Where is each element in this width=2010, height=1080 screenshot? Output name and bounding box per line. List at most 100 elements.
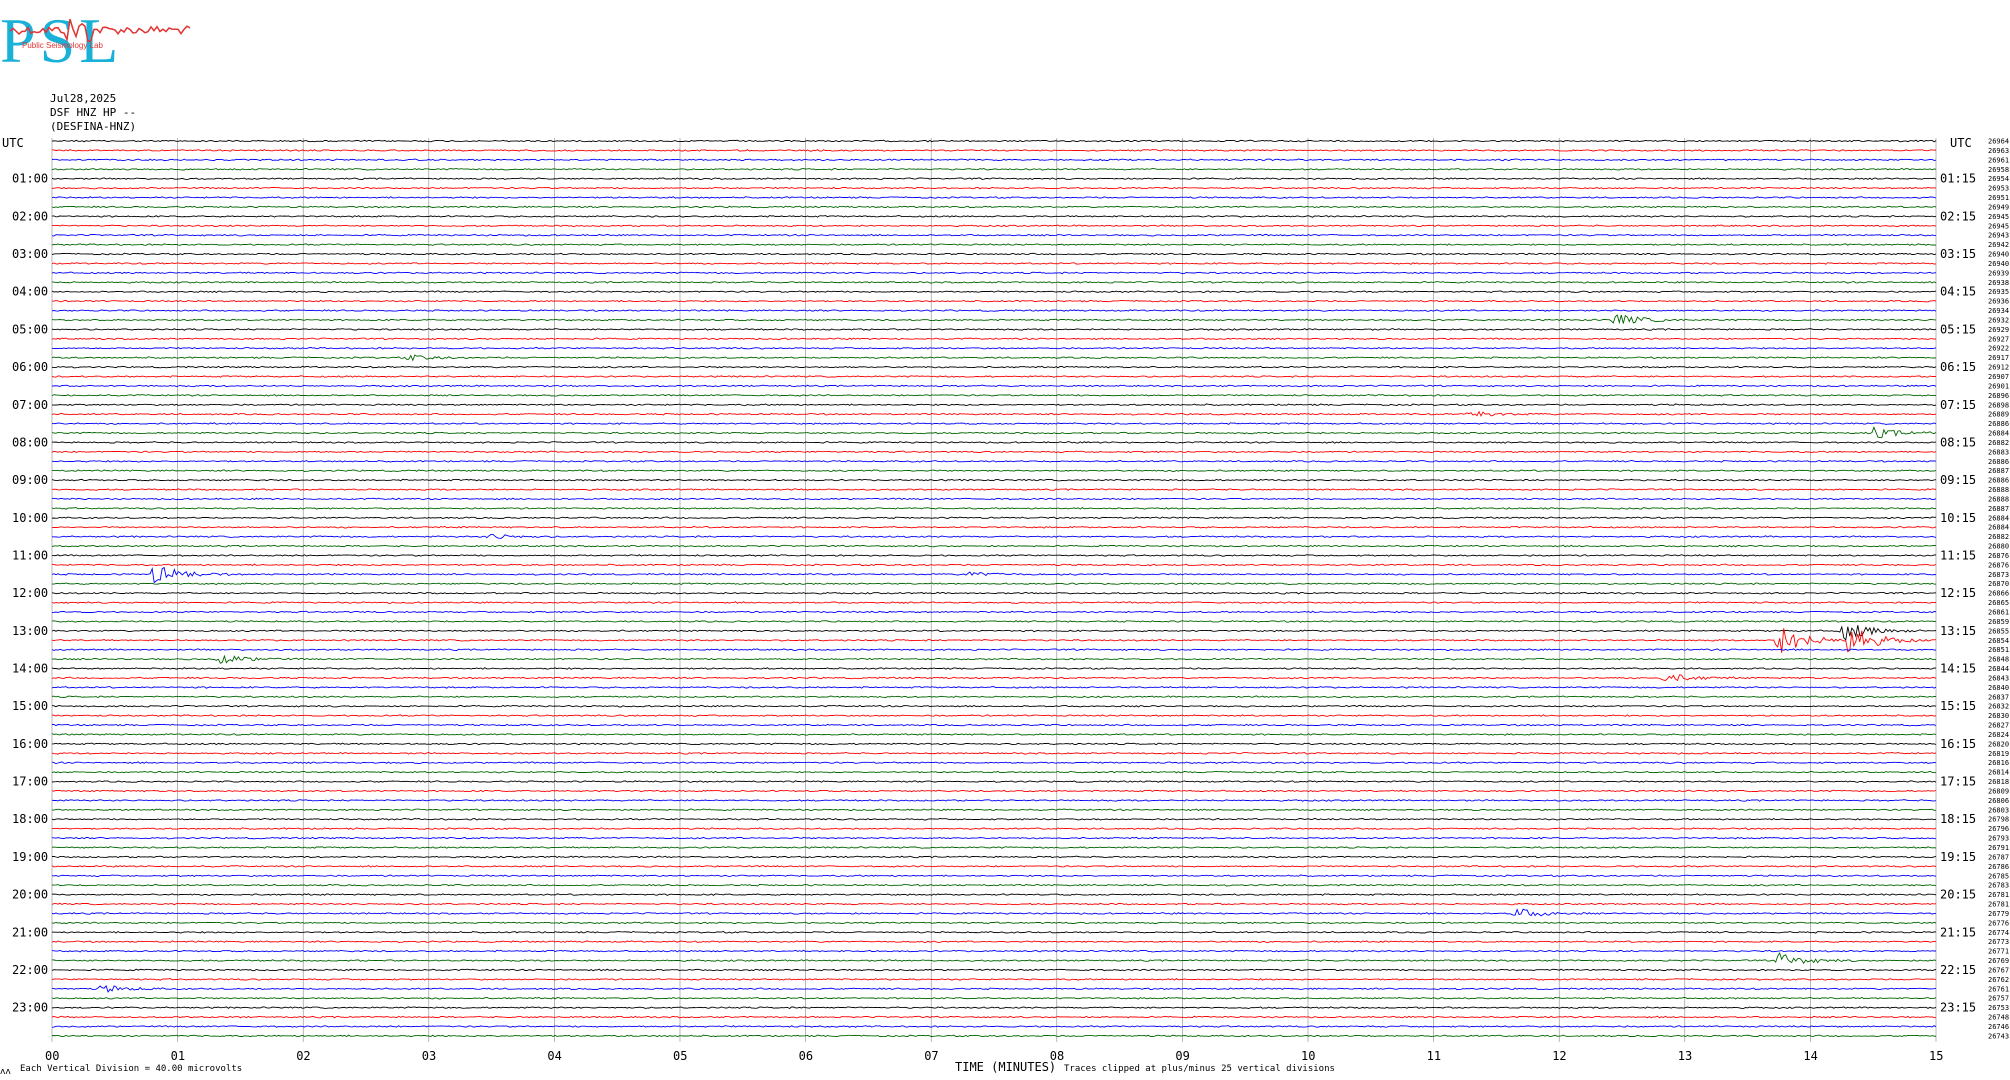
trace-value-label: 26809: [1988, 787, 2009, 795]
seismic-trace: [51, 158, 1937, 162]
trace-value-label: 26901: [1988, 382, 2009, 390]
seismic-trace: [51, 488, 1937, 491]
trace-value-label: 26884: [1988, 430, 2009, 438]
trace-value-label: 26781: [1988, 901, 2009, 909]
seismic-trace: [51, 893, 1937, 896]
seismic-trace: [51, 996, 1937, 1000]
seismic-trace: [51, 908, 1936, 917]
x-tick-label: 04: [547, 1049, 561, 1063]
left-hour-label: 21:00: [12, 925, 48, 939]
seismic-trace: [51, 667, 1937, 670]
trace-value-label: 26964: [1988, 138, 2009, 146]
right-hour-label: 05:15: [1940, 322, 1976, 336]
left-hour-label: 05:00: [12, 322, 48, 336]
seismic-trace: [51, 968, 1937, 972]
trace-value-label: 26886: [1988, 477, 2009, 485]
left-hour-label: 08:00: [12, 435, 48, 449]
seismic-trace: [51, 789, 1937, 793]
x-tick-label: 10: [1301, 1049, 1315, 1063]
seismic-trace: [51, 902, 1937, 906]
trace-value-label: 26880: [1988, 543, 2009, 551]
scale-note: Each Vertical Division = 40.00 microvolt…: [20, 1064, 242, 1074]
x-tick-label: 12: [1552, 1049, 1566, 1063]
trace-value-label: 26912: [1988, 364, 2009, 372]
seismic-trace: [51, 252, 1937, 256]
right-hour-label: 22:15: [1940, 963, 1976, 977]
trace-value-label: 26898: [1988, 401, 2009, 409]
right-hour-label: 21:15: [1940, 925, 1976, 939]
seismic-trace: [51, 346, 1937, 350]
trace-value-label: 26940: [1988, 251, 2009, 259]
right-hour-label: 12:15: [1940, 586, 1976, 600]
trace-value-label: 26791: [1988, 844, 2009, 852]
trace-value-label: 26865: [1988, 599, 2009, 607]
trace-value-label: 26767: [1988, 966, 2009, 974]
seismic-trace: [51, 459, 1937, 463]
trace-value-label: 26932: [1988, 316, 2009, 324]
seismic-trace: [51, 921, 1937, 925]
trace-value-label: 26940: [1988, 260, 2009, 268]
seismic-trace: [51, 314, 1937, 325]
seismic-trace: [51, 224, 1937, 228]
x-tick-label: 00: [45, 1049, 59, 1063]
trace-value-label: 26787: [1988, 853, 2009, 861]
trace-value-label: 26934: [1988, 307, 2009, 315]
trace-value-label: 26886: [1988, 458, 2009, 466]
seismic-trace: [51, 733, 1937, 736]
seismic-trace: [51, 177, 1937, 181]
trace-value-label: 26907: [1988, 373, 2009, 381]
seismic-trace: [51, 949, 1936, 953]
right-hour-label: 11:15: [1940, 548, 1976, 562]
footer-mark: ʌʌ: [0, 1067, 11, 1077]
trace-value-label: 26743: [1988, 1032, 2009, 1040]
seismic-trace: [51, 533, 1937, 539]
trace-value-label: 26951: [1988, 194, 2009, 202]
seismic-trace: [51, 299, 1937, 303]
seismic-trace: [51, 601, 1937, 604]
seismic-trace: [51, 591, 1937, 595]
trace-group: [51, 139, 1937, 1038]
left-hour-label: 04:00: [12, 285, 48, 299]
seismic-trace: [51, 196, 1937, 199]
trace-value-label: 26958: [1988, 166, 2009, 174]
left-hour-label: 06:00: [12, 360, 48, 374]
seismic-trace: [51, 497, 1937, 501]
seismic-trace: [51, 1034, 1937, 1038]
seismic-trace: [51, 441, 1937, 444]
left-hour-label: 09:00: [12, 473, 48, 487]
trace-value-label: 26963: [1988, 147, 2009, 155]
right-hour-label: 01:15: [1940, 172, 1976, 186]
trace-value-label: 26854: [1988, 637, 2009, 645]
x-tick-label: 06: [799, 1049, 813, 1063]
seismic-trace: [51, 290, 1937, 294]
left-axis-title: UTC: [2, 136, 24, 150]
seismic-trace: [51, 742, 1937, 746]
trace-value-label: 26814: [1988, 769, 2009, 777]
trace-value-label: 26798: [1988, 816, 2009, 824]
seismic-trace: [51, 469, 1937, 473]
trace-value-label: 26866: [1988, 590, 2009, 598]
trace-value-label: 26884: [1988, 524, 2009, 532]
trace-value-label: 26888: [1988, 495, 2009, 503]
trace-value-label: 26783: [1988, 882, 2009, 890]
trace-value-label: 26786: [1988, 863, 2009, 871]
trace-value-label: 26848: [1988, 656, 2009, 664]
seismic-trace: [51, 625, 1937, 641]
trace-value-label: 26888: [1988, 486, 2009, 494]
trace-value-label: 26819: [1988, 750, 2009, 758]
trace-value-label: 26840: [1988, 684, 2009, 692]
x-tick-label: 15: [1929, 1049, 1943, 1063]
right-hour-label: 16:15: [1940, 737, 1976, 751]
trace-value-label: 26859: [1988, 618, 2009, 626]
trace-value-label: 26935: [1988, 288, 2009, 296]
seismic-trace: [51, 422, 1937, 425]
trace-value-label: 26882: [1988, 533, 2009, 541]
x-tick-label: 11: [1427, 1049, 1441, 1063]
trace-value-label: 26917: [1988, 354, 2009, 362]
seismic-trace: [51, 978, 1937, 981]
trace-value-label: 26954: [1988, 175, 2009, 183]
trace-value-label: 26774: [1988, 929, 2009, 937]
seismic-trace: [52, 280, 1937, 284]
seismic-trace: [51, 761, 1937, 765]
trace-value-label: 26942: [1988, 241, 2009, 249]
